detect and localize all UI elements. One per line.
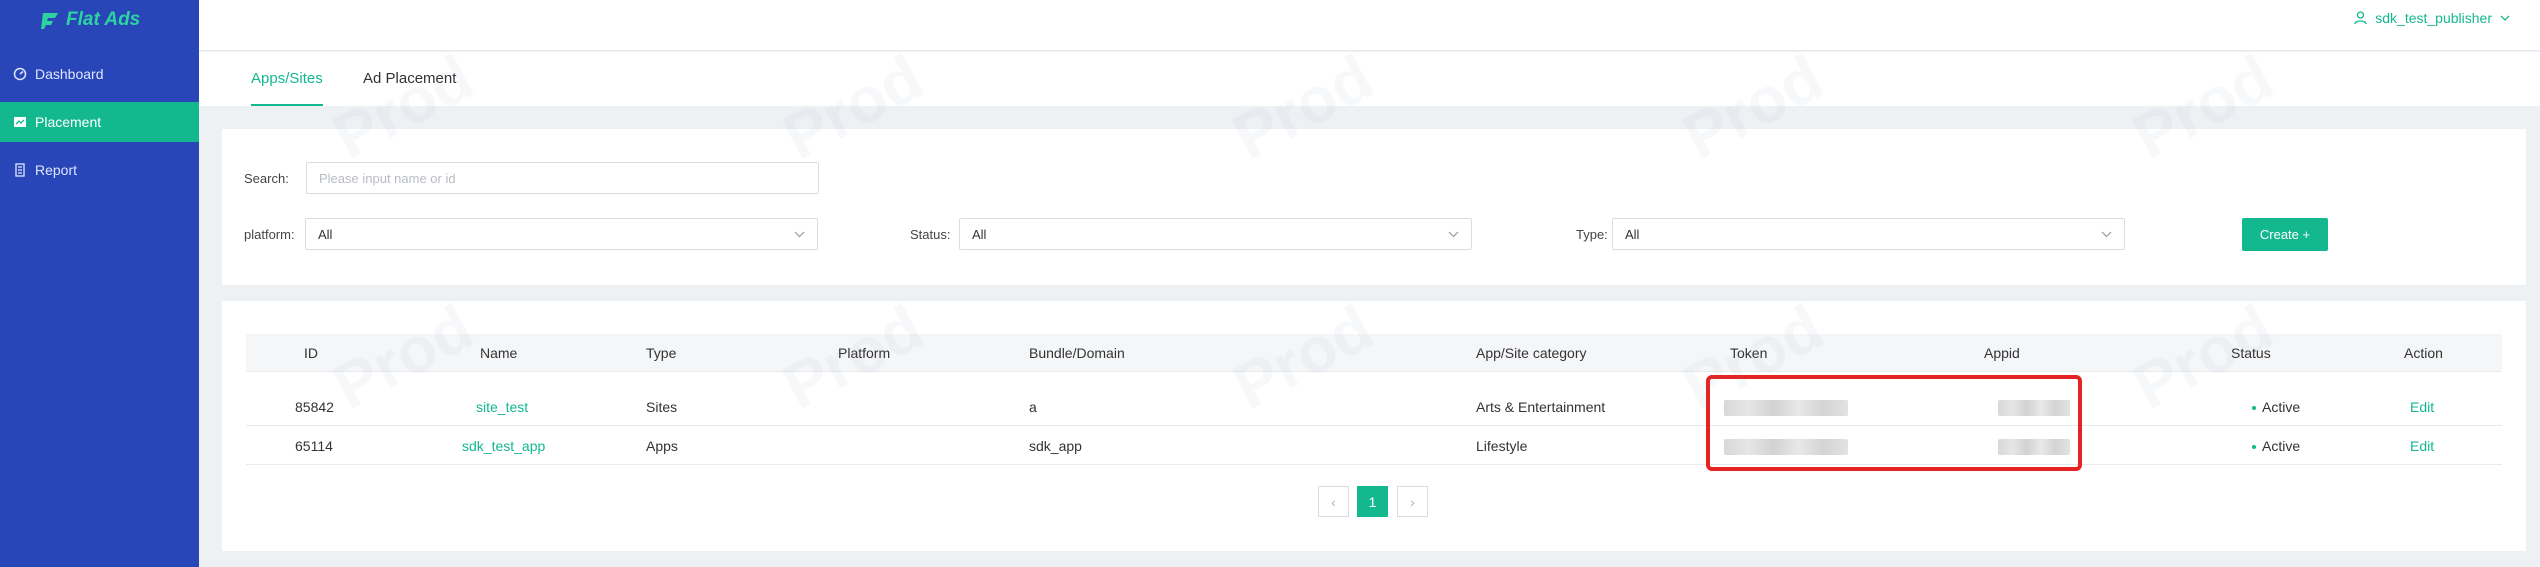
tabs-bar: Apps/Sites Ad Placement — [199, 52, 2540, 106]
type-label: Type: — [1576, 227, 1608, 242]
cell-name-link[interactable]: site_test — [476, 399, 528, 415]
table-header: ID Name Type Platform Bundle/Domain App/… — [246, 334, 2502, 372]
column-header-id: ID — [304, 345, 318, 361]
cell-id: 65114 — [295, 438, 333, 454]
chevron-right-icon: › — [1410, 493, 1415, 510]
sidebar-item-label: Placement — [35, 114, 102, 130]
pagination-page-button[interactable]: 1 — [1357, 486, 1388, 517]
column-header-platform: Platform — [838, 345, 891, 361]
chevron-down-icon — [1448, 231, 1459, 237]
flat-ads-logo: Flat Ads — [40, 8, 140, 32]
sidebar-item-dashboard[interactable]: Dashboard — [0, 54, 199, 94]
search-input[interactable] — [306, 162, 819, 194]
user-menu[interactable]: sdk_test_publisher — [2354, 10, 2510, 26]
status-dot — [2252, 445, 2256, 450]
sidebar-item-report[interactable]: Report — [0, 150, 199, 190]
status-label: Status: — [910, 227, 951, 242]
platform-select-value: All — [318, 226, 333, 242]
cell-type: Sites — [646, 399, 678, 415]
column-header-type: Type — [646, 345, 677, 361]
status-badge: Active — [2252, 438, 2300, 454]
chevron-down-icon — [2500, 15, 2510, 21]
user-icon — [2354, 11, 2367, 25]
type-select[interactable]: All — [1612, 218, 2125, 250]
sidebar-item-placement[interactable]: Placement — [0, 102, 199, 142]
dashboard-icon — [13, 67, 27, 81]
cell-name-link[interactable]: sdk_test_app — [462, 438, 545, 454]
status-select[interactable]: All — [959, 218, 1472, 250]
report-icon — [15, 163, 25, 177]
column-header-category: App/Site category — [1476, 345, 1587, 361]
status-badge: Active — [2252, 399, 2300, 415]
sidebar-item-label: Report — [35, 162, 78, 178]
column-header-status: Status — [2231, 345, 2271, 361]
cell-bundle: sdk_app — [1029, 438, 1082, 454]
pagination-next-button[interactable]: › — [1397, 486, 1428, 517]
chevron-left-icon: ‹ — [1331, 493, 1336, 510]
column-header-bundle: Bundle/Domain — [1029, 345, 1125, 361]
status-text: Active — [2262, 399, 2301, 415]
tab-ad-placement[interactable]: Ad Placement — [363, 70, 456, 106]
top-header: sdk_test_publisher — [199, 0, 2540, 51]
status-dot — [2252, 406, 2256, 411]
tab-apps-sites[interactable]: Apps/Sites — [251, 70, 323, 106]
chevron-down-icon — [794, 231, 805, 237]
platform-label: platform: — [244, 227, 295, 242]
pagination-prev-button[interactable]: ‹ — [1318, 486, 1349, 517]
table-row: 85842 site_test Sites a Arts & Entertain… — [246, 388, 2502, 426]
logo-icon — [41, 13, 58, 29]
type-select-value: All — [1625, 226, 1640, 242]
cell-id: 85842 — [295, 399, 334, 415]
user-name: sdk_test_publisher — [2375, 10, 2492, 26]
create-button[interactable]: Create + — [2242, 218, 2328, 251]
cell-type: Apps — [646, 438, 678, 454]
sidebar: Flat Ads Dashboard Placement Report — [0, 0, 199, 567]
column-header-appid: Appid — [1984, 345, 2020, 361]
status-text: Active — [2262, 438, 2301, 454]
logo-text: Flat Ads — [66, 9, 141, 30]
chevron-down-icon — [2101, 231, 2112, 237]
cell-bundle: a — [1029, 399, 1037, 415]
search-label: Search: — [244, 171, 289, 186]
status-select-value: All — [972, 226, 987, 242]
edit-link[interactable]: Edit — [2410, 399, 2434, 415]
cell-category: Arts & Entertainment — [1476, 399, 1606, 415]
placement-icon — [14, 117, 26, 127]
column-header-token: Token — [1730, 345, 1768, 361]
sidebar-item-label: Dashboard — [35, 66, 104, 82]
column-header-action: Action — [2404, 345, 2443, 361]
filter-panel: Search: platform: All Status: All Type: … — [222, 129, 2526, 285]
table-row: 65114 sdk_test_app Apps sdk_app Lifestyl… — [246, 427, 2502, 465]
edit-link[interactable]: Edit — [2410, 438, 2434, 454]
cell-category: Lifestyle — [1476, 438, 1528, 454]
column-header-name: Name — [480, 345, 518, 361]
highlight-annotation — [1706, 375, 2082, 471]
platform-select[interactable]: All — [305, 218, 818, 250]
